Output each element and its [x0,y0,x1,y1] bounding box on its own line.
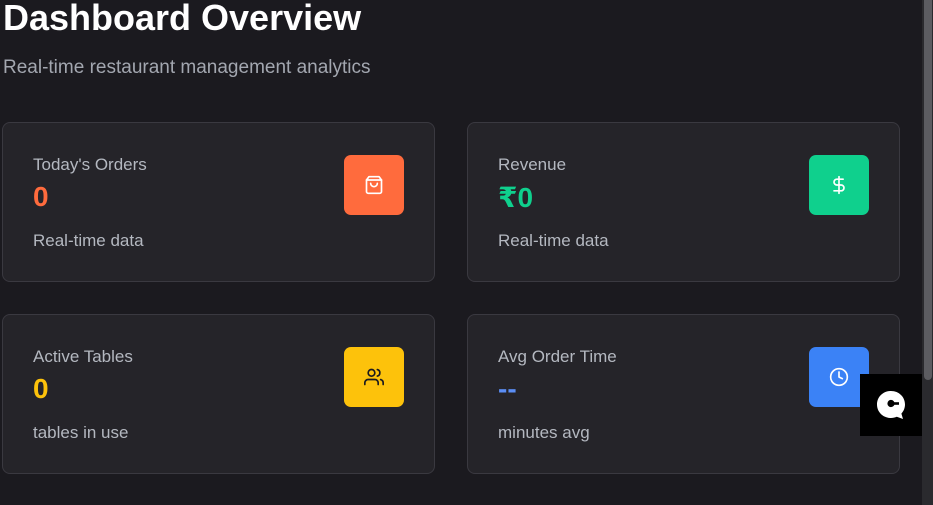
card-label: Today's Orders [33,155,147,174]
page-scrollbar[interactable] [922,0,933,505]
card-value: 0 [33,373,49,404]
card-note: minutes avg [498,423,590,442]
dashboard-page: Dashboard Overview Real-time restaurant … [0,0,933,505]
shopping-bag-icon [344,155,404,215]
todays-orders-card: Today's Orders 0 Real-time data [2,122,435,282]
card-value: -- [498,373,517,404]
users-icon [344,347,404,407]
scrollbar-thumb[interactable] [924,0,932,380]
card-note: Real-time data [498,231,609,250]
chat-widget-button[interactable] [860,374,922,436]
avg-order-time-card: Avg Order Time -- minutes avg [467,314,900,474]
chat-bubble-icon [877,391,905,419]
page-subtitle: Real-time restaurant management analytic… [3,57,371,78]
card-label: Revenue [498,155,567,174]
card-label: Avg Order Time [498,347,617,366]
card-value: ₹0 [498,182,534,213]
card-note: tables in use [33,423,129,442]
card-note: Real-time data [33,231,144,250]
active-tables-card: Active Tables 0 tables in use [2,314,435,474]
revenue-card: Revenue ₹0 Real-time data [467,122,900,282]
dollar-sign-icon [809,155,869,215]
card-value: 0 [33,181,49,212]
page-title: Dashboard Overview [3,0,362,38]
card-label: Active Tables [33,347,133,366]
